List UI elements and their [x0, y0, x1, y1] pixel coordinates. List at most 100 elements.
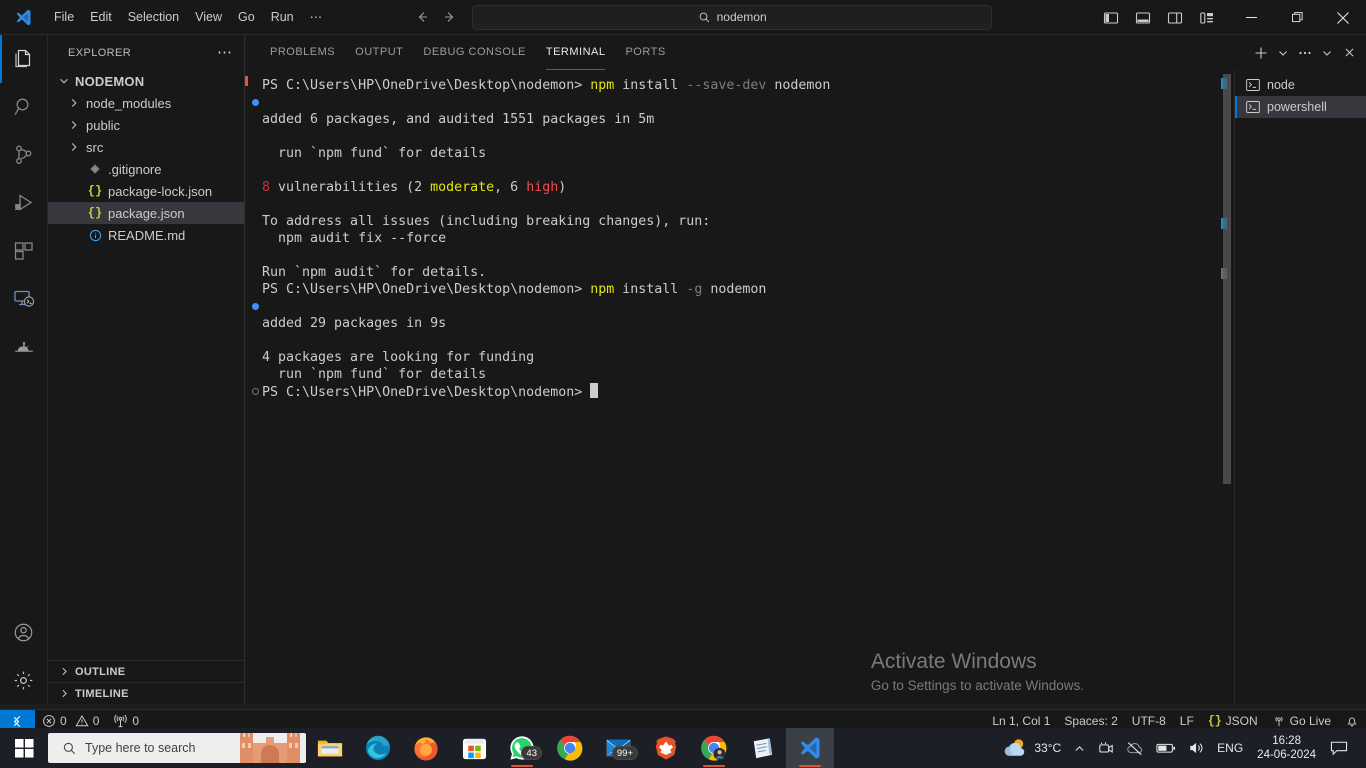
- taskbar-google-chrome[interactable]: [546, 728, 594, 768]
- terminal-output[interactable]: PS C:\Users\HP\OneDrive\Desktop\nodemon>…: [246, 70, 1220, 704]
- layout-controls: [1096, 3, 1222, 33]
- chevron-right-icon: [66, 96, 82, 110]
- sidebar-section-timeline[interactable]: TIMELINE: [48, 682, 244, 704]
- tab-debug-console[interactable]: DEBUG CONSOLE: [413, 35, 535, 70]
- ellipsis-icon[interactable]: ⋯: [213, 45, 236, 60]
- layout-sidebar-left-icon[interactable]: [1096, 3, 1126, 33]
- terminal-text-segment: moderate: [430, 180, 495, 195]
- tree-item-readme-md[interactable]: README.md: [48, 224, 244, 246]
- terminal-profile-dropdown[interactable]: [1272, 42, 1294, 64]
- close-button[interactable]: [1320, 0, 1366, 35]
- taskbar-whatsapp[interactable]: 43: [498, 728, 546, 768]
- explorer-root-folder[interactable]: NODEMON: [48, 70, 244, 92]
- taskbar-search-box[interactable]: Type here to search: [48, 733, 306, 763]
- onedrive-tray-button[interactable]: [1120, 728, 1150, 768]
- maximize-button[interactable]: [1274, 0, 1320, 35]
- taskbar-visual-studio-code[interactable]: [786, 728, 834, 768]
- sidebar-item-remote-explorer[interactable]: [0, 275, 48, 323]
- camera-tray-button[interactable]: [1092, 728, 1120, 768]
- arrow-left-icon[interactable]: [410, 5, 434, 29]
- menu-more[interactable]: ⋯: [302, 6, 331, 28]
- layout-customize-icon[interactable]: [1192, 3, 1222, 33]
- action-center-button[interactable]: [1324, 728, 1354, 768]
- tab-ports[interactable]: PORTS: [615, 35, 675, 70]
- tab-problems[interactable]: PROBLEMS: [260, 35, 345, 70]
- panel-actions: [1250, 35, 1360, 70]
- show-desktop-button[interactable]: [1354, 728, 1362, 768]
- volume-button[interactable]: [1182, 728, 1211, 768]
- watermark-subtitle: Go to Settings to activate Windows.: [870, 678, 1084, 693]
- taskbar-microsoft-store[interactable]: [450, 728, 498, 768]
- terminal-line: Run `npm audit` for details.: [262, 264, 1220, 281]
- taskbar-chrome-profile[interactable]: [690, 728, 738, 768]
- terminal-instance-powershell[interactable]: powershell: [1235, 96, 1366, 118]
- show-hidden-icons-button[interactable]: [1067, 728, 1092, 768]
- sidebar-header: EXPLORER ⋯: [48, 35, 244, 70]
- layout-sidebar-right-icon[interactable]: [1160, 3, 1190, 33]
- battery-icon: [1156, 743, 1176, 753]
- tab-output[interactable]: OUTPUT: [345, 35, 413, 70]
- menu-file[interactable]: File: [46, 6, 82, 28]
- tree-item-gitignore[interactable]: .gitignore: [48, 158, 244, 180]
- clock-date: 24-06-2024: [1257, 749, 1316, 761]
- tree-item-src[interactable]: src: [48, 136, 244, 158]
- taskbar-file-explorer[interactable]: [306, 728, 354, 768]
- minimize-button[interactable]: [1228, 0, 1274, 35]
- language-indicator[interactable]: ENG: [1211, 728, 1249, 768]
- sidebar-section-outline[interactable]: OUTLINE: [48, 660, 244, 682]
- close-panel-button[interactable]: [1338, 42, 1360, 64]
- terminal-text-segment: npm: [590, 282, 615, 297]
- menu-selection[interactable]: Selection: [120, 6, 187, 28]
- sidebar-item-lamp[interactable]: [0, 323, 48, 371]
- taskbar-microsoft-edge[interactable]: [354, 728, 402, 768]
- hide-panel-button[interactable]: [1316, 42, 1338, 64]
- layout-panel-icon[interactable]: [1128, 3, 1158, 33]
- tree-item-package-lock-json[interactable]: {} package-lock.json: [48, 180, 244, 202]
- manage-settings-button[interactable]: [0, 656, 48, 704]
- sidebar-item-search[interactable]: [0, 83, 48, 131]
- arrow-right-icon[interactable]: [438, 5, 462, 29]
- brave-icon: [655, 736, 677, 760]
- sidebar-item-explorer[interactable]: [0, 35, 48, 83]
- terminal-instance-node[interactable]: node: [1235, 74, 1366, 96]
- terminal-line: To address all issues (including breakin…: [262, 213, 1220, 230]
- terminal-scrollbar[interactable]: [1220, 70, 1234, 704]
- json-icon: {}: [1207, 714, 1222, 728]
- terminal-line: [251, 298, 1220, 315]
- store-icon: [462, 738, 486, 759]
- tab-terminal[interactable]: TERMINAL: [536, 35, 616, 70]
- terminal-line: added 6 packages, and audited 1551 packa…: [262, 111, 1220, 128]
- accounts-button[interactable]: [0, 608, 48, 656]
- taskbar-brave-browser[interactable]: [642, 728, 690, 768]
- start-button[interactable]: [0, 728, 48, 768]
- tree-item-node_modules[interactable]: node_modules: [48, 92, 244, 114]
- sidebar-item-source-control[interactable]: [0, 131, 48, 179]
- new-terminal-button[interactable]: [1250, 42, 1272, 64]
- clock[interactable]: 16:28 24-06-2024: [1249, 734, 1324, 762]
- menu-go[interactable]: Go: [230, 6, 263, 28]
- taskbar-firefox[interactable]: [402, 728, 450, 768]
- menu-view[interactable]: View: [187, 6, 230, 28]
- menu-edit[interactable]: Edit: [82, 6, 120, 28]
- scrollbar-thumb[interactable]: [1223, 74, 1231, 484]
- taskbar-mail[interactable]: 99+: [594, 728, 642, 768]
- camera-icon: [1099, 742, 1113, 753]
- menu-run[interactable]: Run: [263, 6, 302, 28]
- battery-button[interactable]: [1150, 728, 1182, 768]
- command-center[interactable]: nodemon: [472, 4, 993, 30]
- terminal-text-segment: install: [614, 282, 687, 297]
- panel-more-actions[interactable]: [1294, 42, 1316, 64]
- tree-item-public[interactable]: public: [48, 114, 244, 136]
- sidebar-item-extensions[interactable]: [0, 227, 48, 275]
- taskbar-notepad[interactable]: [738, 728, 786, 768]
- terminal-text-segment: install: [614, 78, 687, 93]
- activity-bar: [0, 35, 48, 704]
- sidebar-section-label: TIMELINE: [75, 687, 129, 700]
- terminal-line: run `npm fund` for details: [262, 145, 1220, 162]
- tree-item-package-json[interactable]: {} package.json: [48, 202, 244, 224]
- account-icon: [14, 623, 33, 641]
- sidebar-item-run-and-debug[interactable]: [0, 179, 48, 227]
- weather-widget[interactable]: 33°C: [996, 728, 1067, 768]
